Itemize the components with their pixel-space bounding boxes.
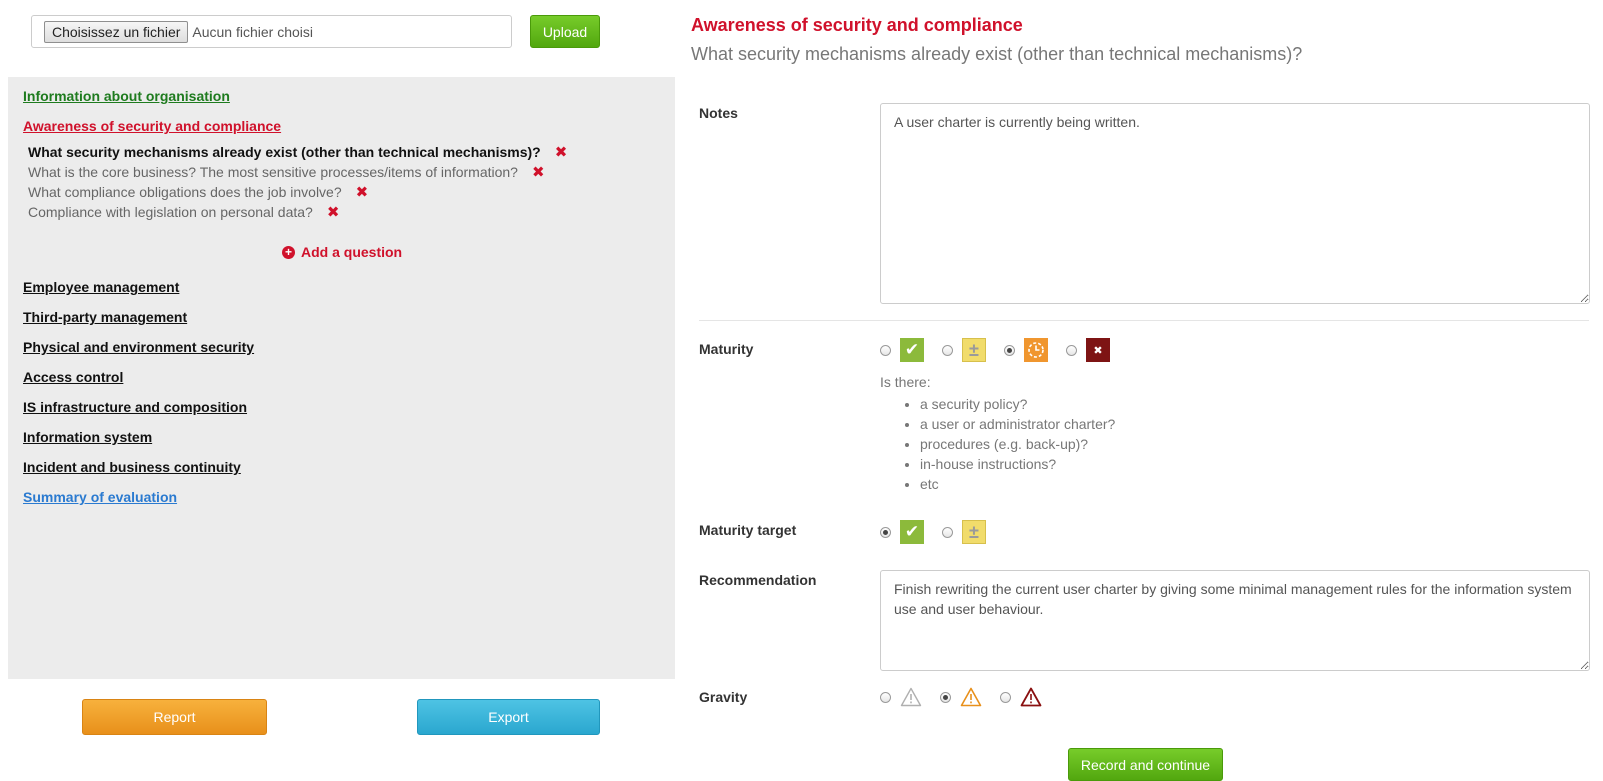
hint-item: a user or administrator charter? — [920, 414, 1115, 434]
record-and-continue-button[interactable]: Record and continue — [1068, 748, 1223, 781]
question-item[interactable]: What is the core business? The most sens… — [28, 163, 545, 181]
delete-question-icon[interactable]: ✖ — [327, 203, 340, 221]
recommendation-textarea[interactable]: Finish rewriting the current user charte… — [880, 570, 1590, 671]
gravity-label: Gravity — [699, 689, 748, 705]
clock-icon — [1024, 338, 1048, 362]
maturity-target-radio-plus-minus[interactable] — [942, 526, 953, 538]
delete-question-icon[interactable]: ✖ — [532, 163, 545, 181]
gravity-radio-high[interactable] — [1000, 691, 1011, 703]
delete-question-icon[interactable]: ✖ — [356, 183, 369, 201]
section-link-summary[interactable]: Summary of evaluation — [23, 489, 177, 505]
maturity-options: ✔ ± ✖ — [880, 338, 1128, 362]
notes-label: Notes — [699, 105, 738, 121]
add-question-label: Add a question — [301, 244, 403, 260]
maturity-radio-clock[interactable] — [1004, 344, 1015, 356]
no-file-text: Aucun fichier choisi — [192, 23, 314, 40]
report-button[interactable]: Report — [82, 699, 267, 735]
section-link-incident-continuity[interactable]: Incident and business continuity — [23, 459, 241, 475]
delete-question-icon[interactable]: ✖ — [555, 143, 568, 161]
divider — [699, 320, 1589, 321]
upload-button[interactable]: Upload — [530, 15, 600, 48]
gravity-radio-medium[interactable] — [940, 691, 951, 703]
question-item[interactable]: What compliance obligations does the job… — [28, 183, 368, 201]
export-button[interactable]: Export — [417, 699, 600, 735]
section-link-information-system[interactable]: Information system — [23, 429, 152, 445]
maturity-hint: Is there: a security policy? a user or a… — [880, 374, 1115, 494]
question-label: What is the core business? The most sens… — [28, 164, 518, 180]
maturity-target-label: Maturity target — [699, 522, 797, 538]
notes-textarea[interactable]: A user charter is currently being writte… — [880, 103, 1590, 304]
question-title: What security mechanisms already exist (… — [691, 44, 1303, 64]
hint-intro: Is there: — [880, 374, 931, 390]
hint-item: procedures (e.g. back-up)? — [920, 434, 1115, 454]
question-item[interactable]: Compliance with legislation on personal … — [28, 203, 339, 221]
section-link-third-party-management[interactable]: Third-party management — [23, 309, 187, 325]
recommendation-label: Recommendation — [699, 572, 817, 588]
question-item[interactable]: What security mechanisms already exist (… — [28, 143, 567, 161]
add-question-button[interactable]: + Add a question — [282, 244, 402, 260]
maturity-radio-plus-minus[interactable] — [942, 344, 953, 356]
section-link-access-control[interactable]: Access control — [23, 369, 123, 385]
hint-item: etc — [920, 474, 1115, 494]
maturity-target-options: ✔ ± — [880, 520, 1004, 544]
check-icon: ✔ — [900, 338, 924, 362]
section-link-physical-security[interactable]: Physical and environment security — [23, 339, 254, 355]
question-label: What compliance obligations does the job… — [28, 184, 342, 200]
section-link-awareness[interactable]: Awareness of security and compliance — [23, 118, 281, 134]
gravity-radio-low[interactable] — [880, 691, 891, 703]
section-link-is-infrastructure[interactable]: IS infrastructure and composition — [23, 399, 247, 415]
maturity-radio-cross[interactable] — [1066, 344, 1077, 356]
plus-circle-icon: + — [282, 245, 295, 259]
plus-minus-icon: ± — [962, 338, 986, 362]
hint-item: a security policy? — [920, 394, 1115, 414]
cross-icon: ✖ — [1086, 338, 1110, 362]
choose-file-button[interactable]: Choisissez un fichier — [44, 20, 189, 43]
question-label: Compliance with legislation on personal … — [28, 204, 313, 220]
section-title: Awareness of security and compliance — [691, 15, 1023, 35]
maturity-radio-check[interactable] — [880, 344, 891, 356]
check-icon: ✔ — [900, 520, 924, 544]
question-label: What security mechanisms already exist (… — [28, 144, 541, 160]
warning-high-icon — [1020, 687, 1042, 707]
gravity-options — [880, 687, 1060, 707]
plus-minus-icon: ± — [962, 520, 986, 544]
maturity-label: Maturity — [699, 341, 754, 357]
sidebar-nav: Information about organisation Awareness… — [8, 77, 675, 679]
hint-list: a security policy? a user or administrat… — [880, 394, 1115, 494]
section-link-information-about-organisation[interactable]: Information about organisation — [23, 88, 230, 104]
warning-medium-icon — [960, 687, 982, 707]
file-chooser: Choisissez un fichier Aucun fichier choi… — [31, 15, 512, 48]
section-link-employee-management[interactable]: Employee management — [23, 279, 179, 295]
warning-low-icon — [900, 687, 922, 707]
maturity-target-radio-check[interactable] — [880, 526, 891, 538]
hint-item: in-house instructions? — [920, 454, 1115, 474]
